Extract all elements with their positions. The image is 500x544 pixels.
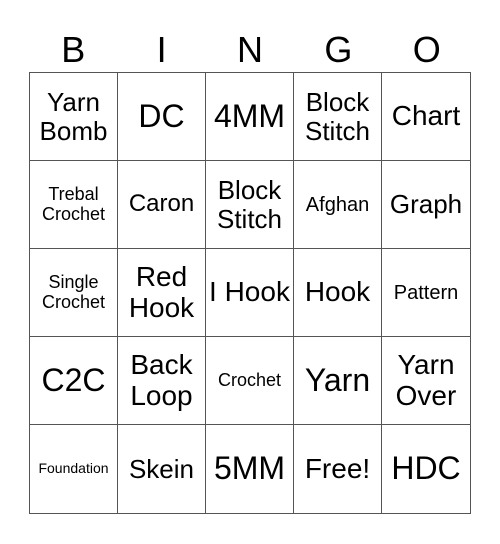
bingo-cell[interactable]: Yarn xyxy=(294,337,382,425)
header-letter-o: O xyxy=(412,29,441,70)
bingo-cell[interactable]: Graph xyxy=(382,161,470,249)
free-space-cell[interactable]: Free! xyxy=(294,425,382,513)
bingo-cell[interactable]: Block Stitch xyxy=(294,73,382,161)
bingo-cell[interactable]: 4MM xyxy=(206,73,294,161)
bingo-cell[interactable]: Single Crochet xyxy=(30,249,118,337)
bingo-cell[interactable]: Block Stitch xyxy=(206,161,294,249)
bingo-cell[interactable]: Back Loop xyxy=(118,337,206,425)
bingo-cell[interactable]: Trebal Crochet xyxy=(30,161,118,249)
bingo-cell[interactable]: C2C xyxy=(30,337,118,425)
header-letter-n: N xyxy=(236,29,263,70)
bingo-grid: Yarn Bomb DC 4MM Block Stitch Chart Treb… xyxy=(29,72,471,514)
bingo-cell[interactable]: Hook xyxy=(294,249,382,337)
bingo-cell[interactable]: 5MM xyxy=(206,425,294,513)
header-letter-g: G xyxy=(324,29,353,70)
bingo-cell[interactable]: HDC xyxy=(382,425,470,513)
bingo-cell[interactable]: Foundation xyxy=(30,425,118,513)
bingo-cell[interactable]: Caron xyxy=(118,161,206,249)
bingo-cell[interactable]: Afghan xyxy=(294,161,382,249)
bingo-cell[interactable]: I Hook xyxy=(206,249,294,337)
bingo-cell[interactable]: Chart xyxy=(382,73,470,161)
bingo-cell[interactable]: Crochet xyxy=(206,337,294,425)
header-letter-i: I xyxy=(156,29,167,70)
bingo-cell[interactable]: Red Hook xyxy=(118,249,206,337)
bingo-header: B I N G O xyxy=(29,28,471,72)
bingo-cell[interactable]: Yarn Over xyxy=(382,337,470,425)
header-letter-b: B xyxy=(61,29,86,70)
bingo-cell[interactable]: Skein xyxy=(118,425,206,513)
bingo-cell[interactable]: DC xyxy=(118,73,206,161)
bingo-cell[interactable]: Pattern xyxy=(382,249,470,337)
bingo-cell[interactable]: Yarn Bomb xyxy=(30,73,118,161)
